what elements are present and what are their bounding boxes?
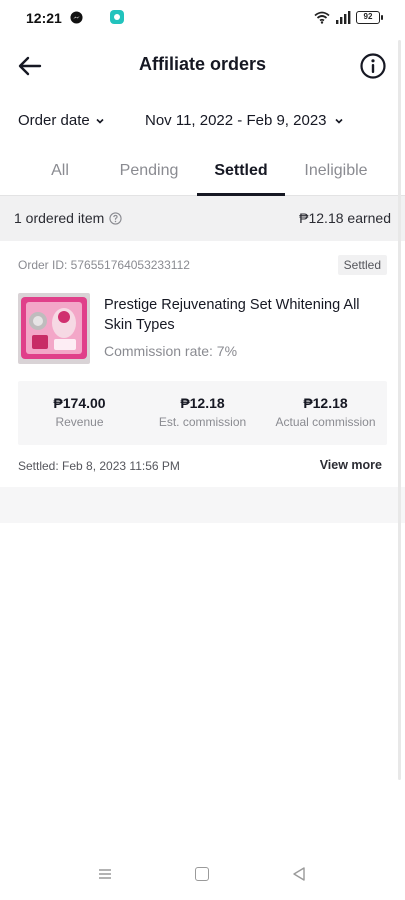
ordered-count-label: 1 ordered item — [14, 210, 105, 226]
product-name[interactable]: Prestige Rejuvenating Set Whitening All … — [104, 295, 384, 335]
status-bar: 12:21 92 — [0, 0, 405, 36]
status-time: 12:21 — [26, 10, 62, 26]
chevron-down-icon — [96, 118, 104, 124]
actual-commission-value: ₱12.18 — [303, 395, 348, 411]
settled-time: Settled: Feb 8, 2023 11:56 PM — [18, 459, 180, 473]
order-status-tabs: All Pending Settled Ineligible — [0, 152, 405, 196]
messenger-icon — [70, 11, 83, 24]
actual-commission-label: Actual commission — [275, 415, 376, 429]
est-commission-label: Est. commission — [158, 415, 247, 429]
est-commission-value: ₱12.18 — [180, 395, 225, 411]
order-date-label: Order date — [18, 112, 90, 129]
product-image[interactable] — [18, 293, 90, 364]
wifi-icon — [314, 11, 330, 24]
info-icon[interactable] — [359, 52, 387, 80]
date-range-dropdown[interactable]: Nov 11, 2022 - Feb 9, 2023 — [145, 112, 344, 129]
ordered-count: 1 ordered item — [14, 210, 122, 226]
revenue-value: ₱174.00 — [53, 395, 106, 411]
revenue-label: Revenue — [55, 415, 104, 429]
summary-bar: 1 ordered item ₱12.18 earned — [0, 196, 405, 241]
help-icon[interactable] — [109, 211, 122, 225]
order-card[interactable]: Order ID: 576551764053233112 Settled Pre… — [0, 241, 405, 487]
page-title: Affiliate orders — [138, 54, 267, 74]
status-badge: Settled — [337, 255, 387, 275]
signal-icon — [336, 11, 351, 24]
tab-ineligible[interactable]: Ineligible — [295, 162, 377, 180]
header: Affiliate orders — [0, 40, 405, 90]
tab-all[interactable]: All — [40, 162, 80, 180]
tab-settled[interactable]: Settled — [197, 162, 285, 180]
battery-icon: 92 — [356, 11, 383, 24]
filter-row: Order date Nov 11, 2022 - Feb 9, 2023 — [0, 108, 405, 136]
recent-apps-icon[interactable] — [97, 866, 113, 882]
revenue-metric: ₱174.00 Revenue — [18, 395, 141, 429]
section-divider — [0, 487, 405, 523]
metrics-panel: ₱174.00 Revenue ₱12.18 Est. commission ₱… — [18, 381, 387, 445]
system-nav-bar — [0, 858, 405, 894]
scrollbar[interactable] — [398, 40, 401, 780]
commission-rate: Commission rate: 7% — [104, 343, 238, 359]
nav-back-icon[interactable] — [291, 866, 307, 882]
date-range-label: Nov 11, 2022 - Feb 9, 2023 — [145, 112, 327, 129]
est-commission-metric: ₱12.18 Est. commission — [141, 395, 264, 429]
home-icon[interactable] — [195, 867, 209, 881]
view-more-link[interactable]: View more — [320, 458, 382, 472]
earned-total: ₱12.18 earned — [299, 210, 391, 226]
order-date-dropdown[interactable]: Order date — [18, 112, 105, 129]
tab-pending[interactable]: Pending — [110, 162, 188, 180]
actual-commission-metric: ₱12.18 Actual commission — [264, 395, 387, 429]
order-id: Order ID: 576551764053233112 — [18, 258, 190, 272]
chevron-down-icon — [334, 118, 343, 124]
app-notification-icon — [110, 10, 124, 24]
